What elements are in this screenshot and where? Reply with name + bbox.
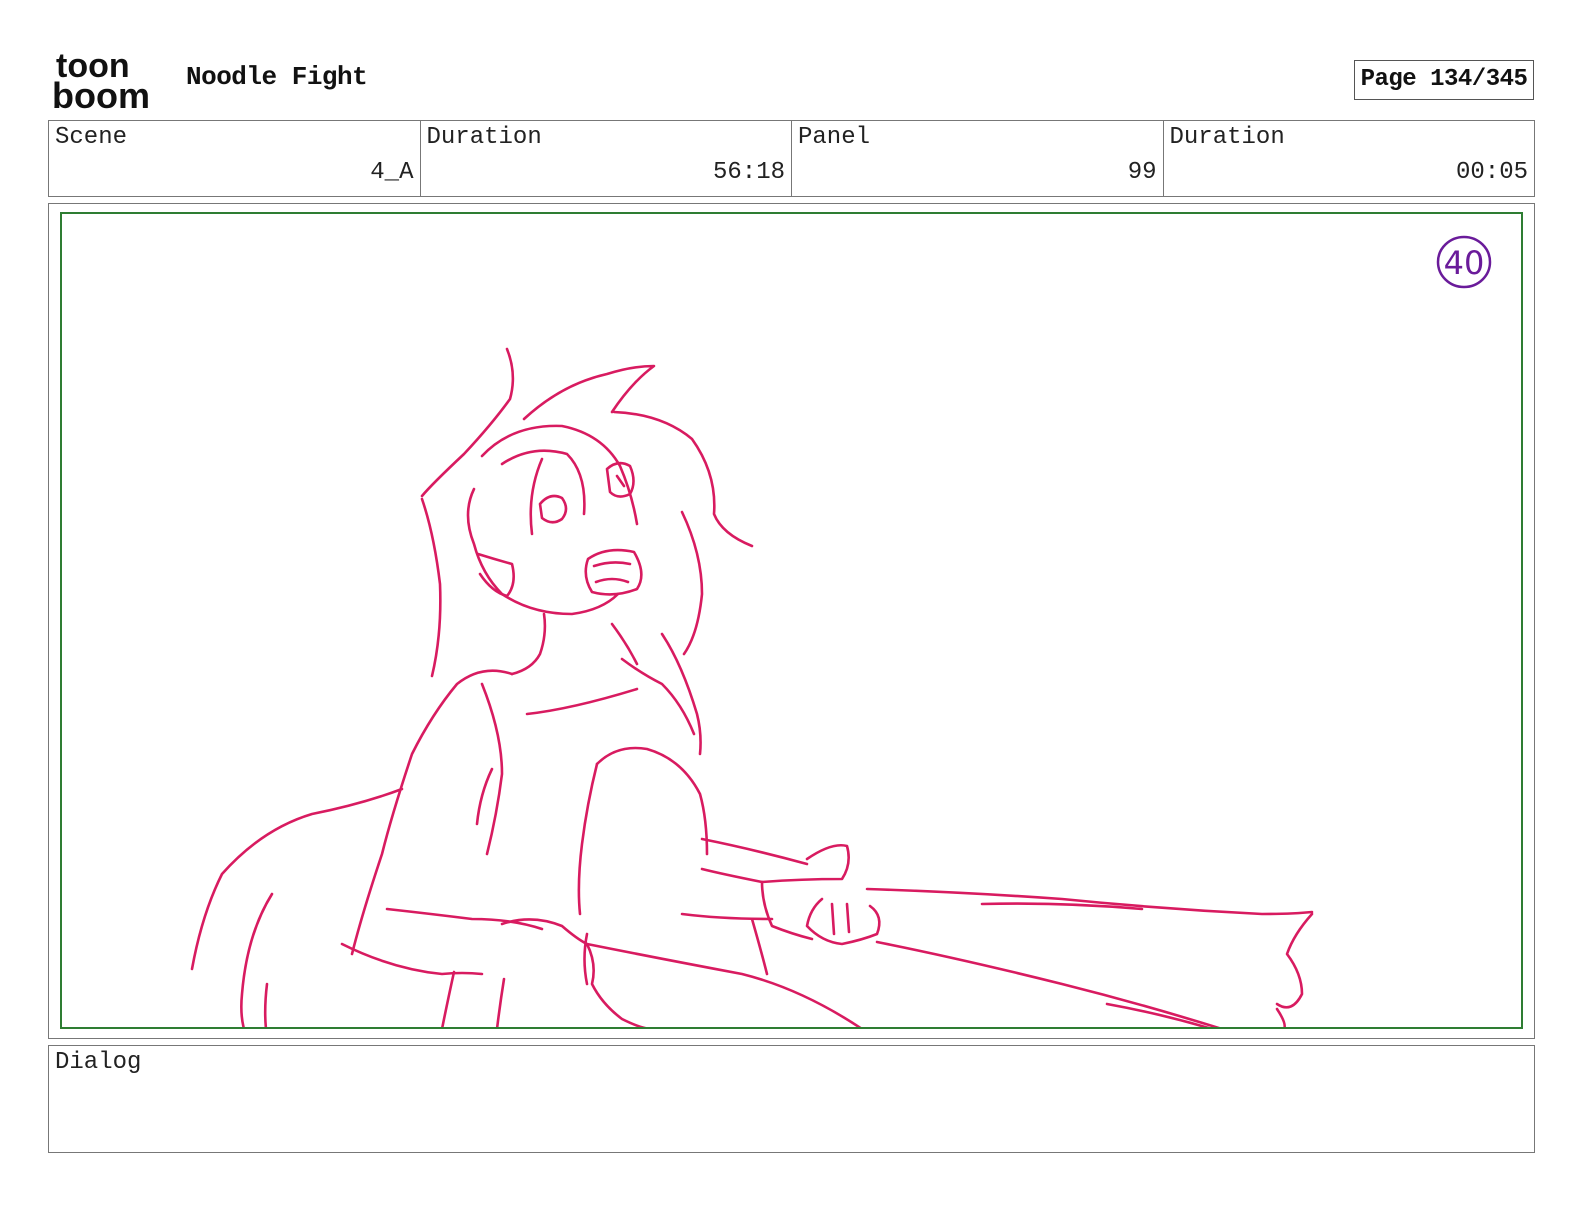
panel-safe-area: 40 [60,212,1523,1029]
panel-duration-label: Duration [1169,124,1285,151]
project-title: Noodle Fight [186,62,368,92]
panel-label: Panel [798,124,871,151]
scene-duration-cell: Duration 56:18 [421,121,792,196]
scene-label: Scene [55,124,128,151]
panel-cell: Panel 99 [792,121,1164,196]
scene-value: 4_A [370,159,414,186]
panel-duration-value: 00:05 [1455,159,1528,186]
panel-frame: 40 [48,203,1535,1039]
logo-line2: boom [52,75,150,112]
storyboard-sketch: 40 [190,235,1492,1027]
panel-value: 99 [1127,159,1157,186]
scene-duration-label: Duration [426,124,542,151]
marker-number: 40 [1444,244,1485,282]
logo-graphic: toon boom [52,47,150,116]
dialog-box: Dialog [48,1045,1535,1153]
toon-boom-logo: toon boom [52,47,164,116]
character-sketch [190,347,1314,1027]
page-indicator: Page 134/345 [1354,60,1534,100]
panel-info-row: Scene 4_A Duration 56:18 Panel 99 Durati… [48,120,1535,197]
scene-cell: Scene 4_A [49,121,421,196]
scene-duration-value: 56:18 [712,159,785,186]
dialog-label: Dialog [55,1049,142,1076]
panel-duration-cell: Duration 00:05 [1164,121,1535,196]
panel-number-marker: 40 [1436,235,1492,289]
